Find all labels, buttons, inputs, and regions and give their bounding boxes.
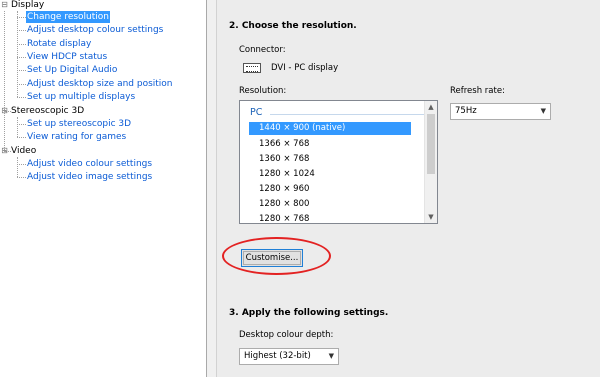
collapse-icon[interactable]: ⊟ <box>0 0 9 11</box>
tree-guide-line <box>17 164 26 165</box>
resolution-option[interactable]: 1440 × 900 (native) <box>249 122 411 135</box>
tree-guide-line <box>17 57 26 58</box>
resolution-option[interactable]: 1366 × 768 <box>249 138 411 151</box>
refresh-rate-dropdown[interactable]: 75Hz ▼ <box>450 103 551 120</box>
scroll-down-arrow-icon[interactable]: ▼ <box>425 211 437 223</box>
section-title-choose-resolution: 2. Choose the resolution. <box>229 21 357 31</box>
tree-item-change-resolution[interactable]: Change resolution <box>26 11 110 23</box>
tree-group-label: Display <box>11 0 45 10</box>
chevron-down-icon: ▼ <box>540 107 546 115</box>
tree-item-adjust-desktop-size[interactable]: Adjust desktop size and position <box>26 78 174 90</box>
connector-value: DVI - PC display <box>271 63 339 73</box>
tree-item-view-hdcp-status[interactable]: View HDCP status <box>26 51 108 63</box>
tree-item-adjust-video-colour[interactable]: Adjust video colour settings <box>26 158 153 170</box>
tree-guide-line <box>17 137 26 138</box>
resolution-label: Resolution: <box>239 86 287 96</box>
resolution-option[interactable]: 1360 × 768 <box>249 153 411 166</box>
tree-guide-line <box>17 97 26 98</box>
resolution-option[interactable]: 1280 × 800 <box>249 198 411 211</box>
tree-item-set-up-multiple-displays[interactable]: Set up multiple displays <box>26 91 136 103</box>
section-title-apply-settings: 3. Apply the following settings. <box>229 308 389 318</box>
tree-group-label: Stereoscopic 3D <box>11 106 85 116</box>
resolution-group-header: PC <box>250 107 263 118</box>
tree-guide-line <box>17 157 18 177</box>
tree-group-label: Video <box>11 146 37 156</box>
tree-guide-line <box>17 30 26 31</box>
panel-splitter[interactable] <box>207 0 217 377</box>
scrollbar-thumb[interactable] <box>427 114 435 174</box>
tree-item-adjust-desktop-colour[interactable]: Adjust desktop colour settings <box>26 24 164 36</box>
tree-guide-line <box>17 44 26 45</box>
collapse-icon[interactable]: ⊟ <box>0 145 9 157</box>
resolution-option[interactable]: 1280 × 768 <box>249 213 411 223</box>
settings-tree: ⊟ Display Change resolution Adjust deskt… <box>0 0 207 377</box>
tree-item-rotate-display[interactable]: Rotate display <box>26 38 92 50</box>
customise-button[interactable]: Customise... <box>241 249 303 267</box>
tree-guide-line <box>17 17 26 18</box>
tree-item-set-up-digital-audio[interactable]: Set Up Digital Audio <box>26 64 118 76</box>
refresh-rate-value: 75Hz <box>455 106 477 116</box>
tree-guide-line <box>17 177 26 178</box>
tree-item-view-rating-for-games[interactable]: View rating for games <box>26 131 127 143</box>
tree-guide-line <box>17 124 26 125</box>
chevron-down-icon: ▼ <box>328 352 334 360</box>
refresh-rate-label: Refresh rate: <box>450 86 505 96</box>
group-header-divider <box>270 114 425 115</box>
tree-item-adjust-video-image[interactable]: Adjust video image settings <box>26 171 153 183</box>
tree-guide-line <box>17 84 26 85</box>
main-content: 2. Choose the resolution. Connector: DVI… <box>217 0 600 377</box>
scroll-up-arrow-icon[interactable]: ▲ <box>425 101 437 113</box>
tree-guide-line <box>4 11 5 152</box>
collapse-icon[interactable]: ⊟ <box>0 105 9 117</box>
colour-depth-value: Highest (32-bit) <box>244 351 311 361</box>
tree-item-set-up-stereoscopic-3d[interactable]: Set up stereoscopic 3D <box>26 118 132 130</box>
resolution-option[interactable]: 1280 × 1024 <box>249 168 411 181</box>
resolution-listbox[interactable]: PC 1440 × 900 (native) 1366 × 768 1360 ×… <box>239 100 438 224</box>
colour-depth-label: Desktop colour depth: <box>239 330 334 340</box>
connector-label: Connector: <box>239 45 286 55</box>
tree-guide-line <box>17 117 18 137</box>
dvi-connector-icon <box>243 63 261 73</box>
listbox-scrollbar[interactable]: ▲ ▼ <box>424 101 437 223</box>
resolution-option[interactable]: 1280 × 960 <box>249 183 411 196</box>
colour-depth-dropdown[interactable]: Highest (32-bit) ▼ <box>239 348 339 365</box>
tree-guide-line <box>17 70 26 71</box>
